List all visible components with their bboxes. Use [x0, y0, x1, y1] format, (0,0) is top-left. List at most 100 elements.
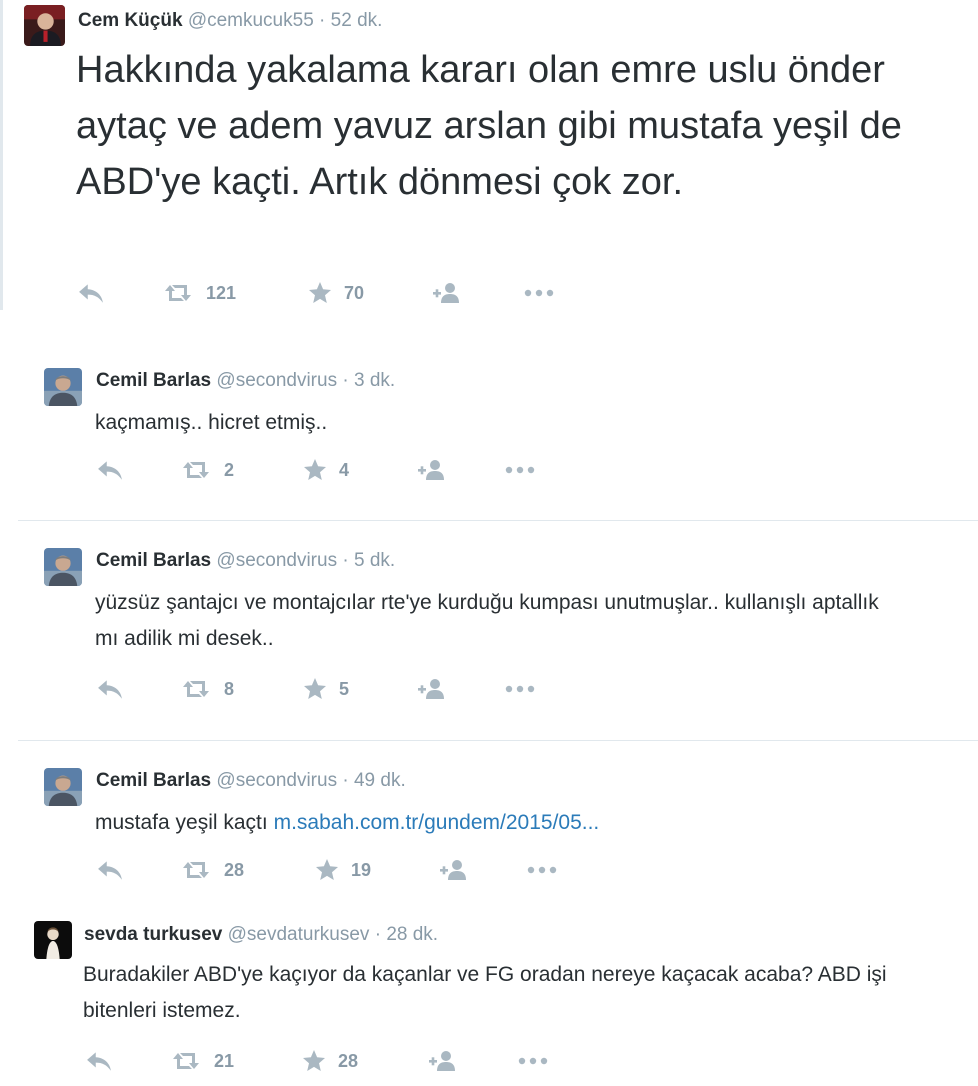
star-icon	[303, 458, 327, 482]
follow-button[interactable]	[439, 855, 469, 885]
avatar-image	[44, 548, 82, 586]
avatar[interactable]	[34, 921, 72, 959]
author-handle[interactable]: @secondvirus	[216, 550, 337, 571]
follow-button[interactable]	[432, 278, 462, 308]
divider	[18, 520, 978, 521]
retweet-count: 28	[224, 859, 245, 880]
follow-icon	[428, 1050, 458, 1072]
avatar-image	[34, 921, 72, 959]
author-name[interactable]: sevda turkusev	[84, 924, 222, 945]
follow-button[interactable]	[428, 1046, 458, 1076]
favorite-count: 4	[339, 459, 350, 480]
tweet-text: yüzsüz şantajcı ve montajcılar rte'ye ku…	[95, 591, 879, 650]
separator: ·	[319, 10, 326, 31]
reply-button[interactable]	[86, 1046, 112, 1076]
retweet-button[interactable]: 121	[162, 278, 236, 308]
tweet-text: Buradakiler ABD'ye kaçıyor da kaçanlar v…	[83, 963, 887, 1022]
avatar[interactable]	[44, 768, 82, 806]
separator: ·	[342, 770, 349, 791]
more-icon	[524, 289, 554, 297]
retweet-button[interactable]: 21	[170, 1046, 234, 1076]
timestamp[interactable]: 5 dk.	[354, 550, 395, 571]
follow-icon	[439, 859, 469, 881]
retweet-count: 8	[224, 678, 235, 699]
favorite-count: 28	[338, 1050, 359, 1071]
avatar-image	[44, 768, 82, 806]
tweet-text: mustafa yeşil kaçtı m.sabah.com.tr/gunde…	[95, 805, 955, 841]
divider	[18, 740, 978, 741]
reply-button[interactable]	[97, 455, 123, 485]
favorite-button[interactable]: 5	[303, 674, 349, 704]
follow-icon	[417, 459, 447, 481]
author-name[interactable]: Cemil Barlas	[96, 370, 211, 391]
tweet-header: Cemil Barlas @secondvirus · 5 dk.	[96, 550, 395, 572]
retweet-icon	[180, 860, 212, 880]
avatar[interactable]	[24, 5, 65, 46]
retweet-icon	[180, 679, 212, 699]
reply-tweet[interactable]: sevda turkusev @sevdaturkusev · 28 dk. B…	[0, 915, 978, 1086]
avatar-image	[44, 368, 82, 406]
reply-tweet[interactable]: Cemil Barlas @secondvirus · 5 dk. yüzsüz…	[0, 540, 978, 740]
star-icon	[303, 677, 327, 701]
tweet-actions: 21 28	[86, 1046, 556, 1076]
favorite-count: 70	[344, 282, 365, 303]
author-handle[interactable]: @secondvirus	[216, 370, 337, 391]
more-button[interactable]	[527, 855, 557, 885]
author-handle[interactable]: @sevdaturkusev	[228, 924, 370, 945]
retweet-button[interactable]: 28	[180, 855, 244, 885]
author-name[interactable]: Cem Küçük	[78, 10, 183, 31]
favorite-button[interactable]: 19	[315, 855, 371, 885]
tweet-actions: 8 5	[97, 674, 557, 704]
timestamp[interactable]: 28 dk.	[386, 924, 438, 945]
tweet-actions: 2 4	[97, 455, 557, 485]
reply-icon	[97, 859, 123, 881]
retweet-icon	[180, 460, 212, 480]
tweet-header: Cemil Barlas @secondvirus · 3 dk.	[96, 370, 395, 392]
avatar-image	[24, 5, 65, 46]
more-button[interactable]	[518, 1046, 548, 1076]
reply-button[interactable]	[97, 674, 123, 704]
retweet-button[interactable]: 8	[180, 674, 234, 704]
retweet-icon	[170, 1051, 202, 1071]
favorite-button[interactable]: 4	[303, 455, 349, 485]
reply-tweet[interactable]: Cemil Barlas @secondvirus · 3 dk. kaçmam…	[0, 360, 978, 520]
star-icon	[308, 281, 332, 305]
avatar[interactable]	[44, 368, 82, 406]
timestamp[interactable]: 49 dk.	[354, 770, 406, 791]
reply-button[interactable]	[78, 278, 104, 308]
more-button[interactable]	[505, 455, 535, 485]
separator: ·	[342, 370, 349, 391]
tweet-text: kaçmamış.. hicret etmiş..	[95, 411, 328, 434]
follow-button[interactable]	[417, 674, 447, 704]
follow-icon	[417, 678, 447, 700]
tweet-actions: 121 70	[78, 278, 578, 308]
retweet-button[interactable]: 2	[180, 455, 234, 485]
reply-icon	[97, 459, 123, 481]
reply-icon	[78, 282, 104, 304]
timestamp[interactable]: 52 dk.	[331, 10, 383, 31]
tweet-link[interactable]: m.sabah.com.tr/gundem/2015/05...	[274, 811, 600, 834]
follow-button[interactable]	[417, 455, 447, 485]
author-handle[interactable]: @cemkucuk55	[188, 10, 314, 31]
retweet-count: 121	[206, 282, 237, 303]
reply-icon	[97, 678, 123, 700]
separator: ·	[342, 550, 349, 571]
avatar[interactable]	[44, 548, 82, 586]
author-handle[interactable]: @secondvirus	[216, 770, 337, 791]
main-tweet[interactable]: Cem Küçük @cemkucuk55 · 52 dk. Hakkında …	[0, 0, 978, 320]
tweet-header: Cemil Barlas @secondvirus · 49 dk.	[96, 770, 406, 792]
more-icon	[518, 1057, 548, 1065]
separator: ·	[374, 924, 382, 945]
reply-tweet[interactable]: Cemil Barlas @secondvirus · 49 dk. musta…	[0, 760, 978, 900]
timestamp[interactable]: 3 dk.	[354, 370, 395, 391]
reply-button[interactable]	[97, 855, 123, 885]
author-name[interactable]: Cemil Barlas	[96, 770, 211, 791]
tweet-header: Cem Küçük @cemkucuk55 · 52 dk.	[78, 10, 382, 32]
favorite-button[interactable]: 70	[308, 278, 364, 308]
more-button[interactable]	[505, 674, 535, 704]
author-name[interactable]: Cemil Barlas	[96, 550, 211, 571]
more-button[interactable]	[524, 278, 554, 308]
tweet-actions: 28 19	[97, 855, 557, 885]
tweet-text: Hakkında yakalama kararı olan emre uslu …	[76, 49, 902, 203]
favorite-button[interactable]: 28	[302, 1046, 358, 1076]
